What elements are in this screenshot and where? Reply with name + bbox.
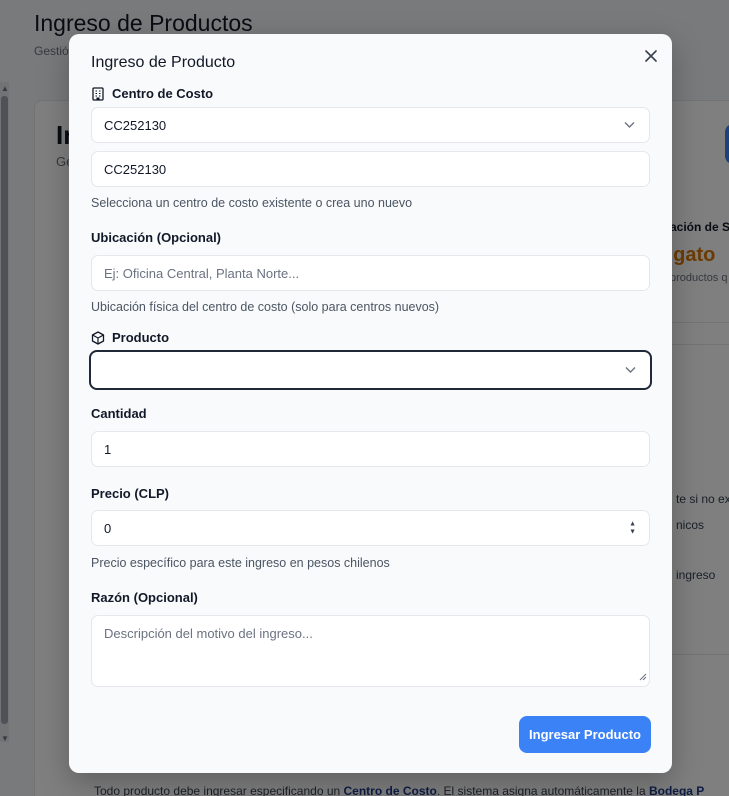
cost-center-label-text: Centro de Costo [112, 86, 214, 101]
modal-title: Ingreso de Producto [91, 54, 236, 71]
cost-center-select[interactable]: CC252130 [91, 107, 650, 143]
quantity-value: 1 [104, 441, 112, 457]
cost-center-input-value: CC252130 [104, 161, 167, 177]
price-input[interactable]: 0 ▲ ▼ [91, 510, 650, 546]
reason-textarea[interactable]: Descripción del motivo del ingreso... [91, 615, 650, 687]
close-button[interactable] [640, 45, 662, 67]
resize-handle-icon[interactable] [639, 669, 647, 684]
product-label: Producto [91, 330, 169, 345]
quantity-label: Cantidad [91, 406, 147, 421]
product-label-text: Producto [112, 330, 170, 345]
number-stepper[interactable]: ▲ ▼ [629, 521, 636, 536]
submit-button[interactable]: Ingresar Producto [519, 716, 651, 753]
location-placeholder: Ej: Oficina Central, Planta Norte... [104, 265, 300, 281]
building-icon [91, 86, 105, 101]
location-hint: Ubicación física del centro de costo (so… [91, 300, 440, 314]
quantity-label-text: Cantidad [91, 406, 147, 421]
price-label-text: Precio (CLP) [91, 486, 170, 501]
cost-center-input[interactable]: CC252130 [91, 151, 650, 187]
cost-center-selected-value: CC252130 [104, 117, 167, 133]
stepper-up-icon[interactable]: ▲ [629, 521, 636, 528]
cost-center-hint: Selecciona un centro de costo existente … [91, 196, 413, 210]
reason-label-text: Razón (Opcional) [91, 590, 198, 605]
location-input[interactable]: Ej: Oficina Central, Planta Norte... [91, 255, 650, 291]
product-select[interactable] [89, 350, 652, 390]
price-hint: Precio específico para este ingreso en p… [91, 556, 390, 570]
chevron-down-icon [624, 122, 635, 129]
price-value: 0 [104, 520, 112, 536]
chevron-down-icon [625, 367, 636, 374]
price-label: Precio (CLP) [91, 486, 169, 501]
location-label: Ubicación (Opcional) [91, 230, 221, 245]
package-icon [91, 330, 105, 345]
close-icon [645, 50, 657, 62]
reason-placeholder: Descripción del motivo del ingreso... [104, 626, 313, 641]
cost-center-label: Centro de Costo [91, 86, 213, 101]
stepper-down-icon[interactable]: ▼ [629, 529, 636, 536]
reason-label: Razón (Opcional) [91, 590, 198, 605]
quantity-input[interactable]: 1 [91, 431, 650, 467]
location-label-text: Ubicación (Opcional) [91, 230, 222, 245]
